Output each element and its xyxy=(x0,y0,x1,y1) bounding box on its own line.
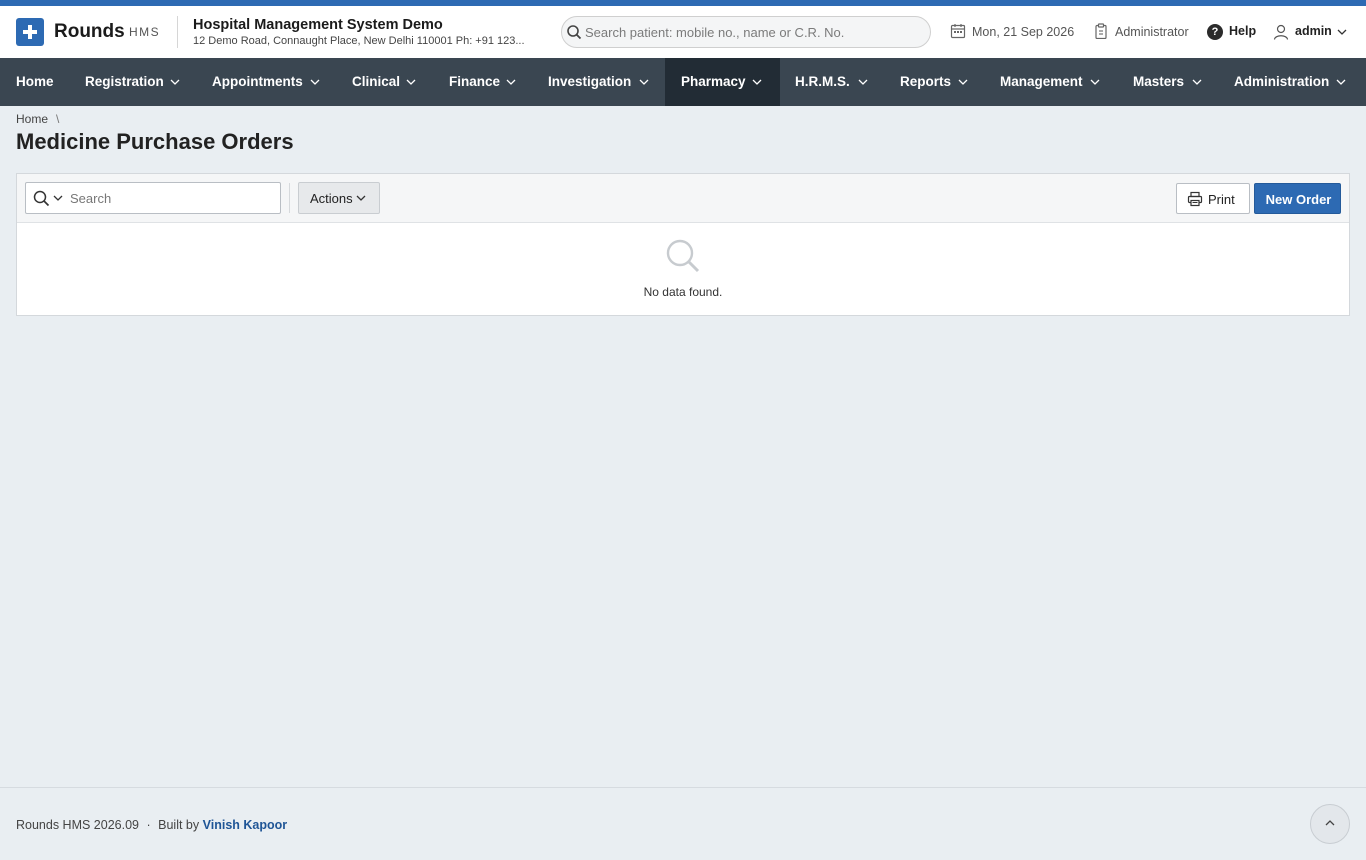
page-footer: Rounds HMS 2026.09 · Built by Vinish Kap… xyxy=(0,787,1366,860)
chevron-down-icon xyxy=(310,79,320,85)
nav-item-home[interactable]: Home xyxy=(16,58,54,106)
magnifier-icon xyxy=(666,239,700,273)
nav-item-clinical[interactable]: Clinical xyxy=(352,58,434,106)
clipboard-icon xyxy=(1095,23,1107,39)
nav-label: Appointments xyxy=(212,74,303,89)
hospital-name: Hospital Management System Demo xyxy=(193,17,443,33)
help-label: Help xyxy=(1229,24,1257,38)
new-order-label: New Order xyxy=(1265,192,1332,207)
nav-item-pharmacy[interactable]: Pharmacy xyxy=(665,58,780,106)
help-icon: ? xyxy=(1207,24,1223,40)
user-name: admin xyxy=(1295,24,1332,38)
chevron-down-icon xyxy=(858,79,868,85)
footer-version: Rounds HMS 2026.09 xyxy=(16,818,139,832)
nav-item-administration[interactable]: Administration xyxy=(1234,58,1356,106)
nav-label: Management xyxy=(1000,74,1083,89)
patient-search-input[interactable] xyxy=(585,20,925,44)
chevron-down-icon xyxy=(1336,79,1346,85)
user-icon xyxy=(1273,24,1289,40)
nav-label: Registration xyxy=(85,74,164,89)
chevron-down-icon xyxy=(752,79,762,85)
nav-item-management[interactable]: Management xyxy=(1000,58,1117,106)
nav-label: Finance xyxy=(449,74,501,89)
nav-item-investigation[interactable]: Investigation xyxy=(548,58,662,106)
footer-separator: · xyxy=(146,818,151,832)
app-header: Rounds HMS Hospital Management System De… xyxy=(0,6,1366,58)
chevron-down-icon xyxy=(506,79,516,85)
printer-icon xyxy=(1187,191,1203,207)
calendar-icon xyxy=(950,24,966,39)
new-order-button[interactable]: New Order xyxy=(1254,183,1341,214)
nav-label: H.R.M.S. xyxy=(795,74,850,89)
chevron-up-icon xyxy=(1325,820,1335,826)
report-toolbar: Actions Print New Order xyxy=(17,174,1349,223)
no-data-message: No data found. xyxy=(643,285,723,299)
chevron-down-icon xyxy=(639,79,649,85)
date-text: Mon, 21 Sep 2026 xyxy=(972,25,1075,39)
breadcrumb-home[interactable]: Home xyxy=(16,112,48,126)
search-icon xyxy=(567,25,582,40)
nav-item-appointments[interactable]: Appointments xyxy=(212,58,336,106)
actions-button[interactable]: Actions xyxy=(298,182,380,214)
breadcrumb-separator: \ xyxy=(56,112,60,126)
nav-label: Masters xyxy=(1133,74,1185,89)
patient-search-box[interactable] xyxy=(561,16,931,48)
chevron-down-icon[interactable] xyxy=(53,195,63,201)
footer-text: Rounds HMS 2026.09 · Built by Vinish Kap… xyxy=(16,818,287,832)
nav-item-hrms[interactable]: H.R.M.S. xyxy=(795,58,885,106)
nav-label: Administration xyxy=(1234,74,1330,89)
footer-built-by: Built by xyxy=(158,818,200,832)
scroll-to-top-button[interactable] xyxy=(1310,804,1350,844)
chevron-down-icon xyxy=(1192,79,1202,85)
purchase-orders-panel: Actions Print New Order No data found. xyxy=(16,173,1350,316)
toolbar-search[interactable] xyxy=(25,182,281,214)
hospital-address: 12 Demo Road, Connaught Place, New Delhi… xyxy=(193,35,525,47)
chevron-down-icon xyxy=(406,79,416,85)
page-title: Medicine Purchase Orders xyxy=(16,129,294,154)
toolbar-search-input[interactable] xyxy=(70,187,270,209)
main-nav: Home Registration Appointments Clinical … xyxy=(0,58,1366,106)
toolbar-divider xyxy=(289,183,290,213)
nav-label: Pharmacy xyxy=(681,74,746,89)
brand-suffix: HMS xyxy=(129,25,161,39)
print-label: Print xyxy=(1208,192,1235,207)
nav-item-masters[interactable]: Masters xyxy=(1133,58,1219,106)
header-divider xyxy=(177,16,178,48)
chevron-down-icon xyxy=(170,79,180,85)
print-button[interactable]: Print xyxy=(1176,183,1250,214)
logo-icon[interactable] xyxy=(16,18,44,46)
nav-item-reports[interactable]: Reports xyxy=(900,58,984,106)
chevron-down-icon xyxy=(1337,29,1347,35)
chevron-down-icon xyxy=(1090,79,1100,85)
nav-label: Home xyxy=(16,74,54,89)
footer-author-link[interactable]: Vinish Kapoor xyxy=(203,818,288,832)
search-icon[interactable] xyxy=(33,190,50,207)
chevron-down-icon xyxy=(356,195,366,201)
brand-name[interactable]: Rounds xyxy=(54,21,125,43)
nav-item-finance[interactable]: Finance xyxy=(449,58,532,106)
actions-label: Actions xyxy=(310,191,353,206)
nav-label: Investigation xyxy=(548,74,632,89)
chevron-down-icon xyxy=(958,79,968,85)
nav-item-registration[interactable]: Registration xyxy=(85,58,196,106)
nav-label: Clinical xyxy=(352,74,401,89)
nav-label: Reports xyxy=(900,74,952,89)
role-text: Administrator xyxy=(1115,25,1189,39)
